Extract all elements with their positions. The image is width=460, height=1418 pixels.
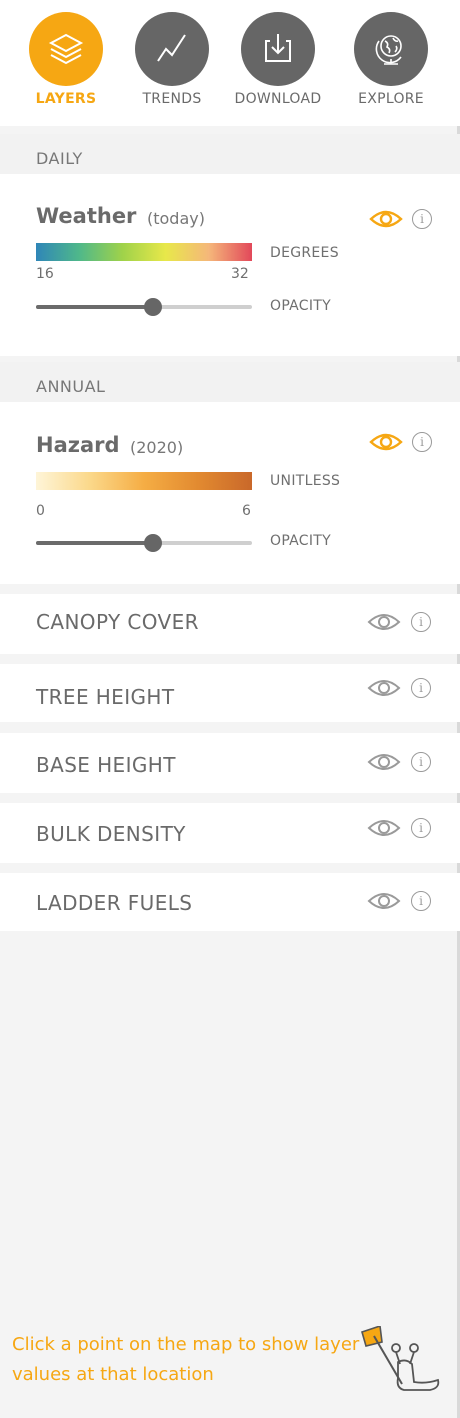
scale-min: 16	[36, 266, 54, 282]
section-title: DAILY	[36, 149, 83, 168]
tab-trends[interactable]: TRENDS	[117, 12, 227, 107]
scale-unit: DEGREES	[270, 245, 339, 261]
info-icon[interactable]: i	[411, 678, 431, 698]
opacity-slider[interactable]	[36, 534, 252, 552]
info-icon[interactable]: i	[412, 432, 432, 452]
layer-title: Hazard	[36, 433, 120, 457]
top-nav: LAYERS TRENDS DOWNLOAD EXPLORE	[0, 0, 460, 126]
eye-icon[interactable]	[367, 891, 401, 911]
tab-layers[interactable]: LAYERS	[11, 12, 121, 107]
layer-row-canopy-cover[interactable]: CANOPY COVER i	[0, 594, 460, 654]
tab-label: EXPLORE	[358, 91, 424, 107]
layer-row-ladder-fuels[interactable]: LADDER FUELS i	[0, 873, 460, 931]
trend-line-icon	[135, 12, 209, 86]
opacity-label: OPACITY	[270, 298, 332, 314]
eye-icon[interactable]	[367, 678, 401, 698]
slider-handle[interactable]	[143, 298, 162, 316]
eye-icon[interactable]	[367, 818, 401, 838]
map-click-hint: Click a point on the map to show layer v…	[12, 1334, 360, 1385]
layer-label: TREE HEIGHT	[36, 685, 175, 709]
layer-label: LADDER FUELS	[36, 891, 193, 915]
layers-icon	[29, 12, 103, 86]
hazard-color-scale	[36, 472, 252, 490]
globe-icon	[354, 12, 428, 86]
tab-label: TRENDS	[142, 91, 202, 107]
eye-icon[interactable]	[369, 209, 403, 229]
section-title: ANNUAL	[36, 377, 106, 396]
tab-explore[interactable]: EXPLORE	[336, 12, 446, 107]
slider-fill	[36, 541, 153, 545]
info-icon[interactable]: i	[411, 891, 431, 911]
scale-max: 32	[231, 266, 249, 282]
layer-label: BASE HEIGHT	[36, 753, 176, 777]
eye-icon[interactable]	[367, 752, 401, 772]
layer-label: BULK DENSITY	[36, 822, 186, 846]
layer-title: Weather	[36, 204, 137, 228]
eye-icon[interactable]	[367, 612, 401, 632]
layer-date: (2020)	[130, 438, 184, 457]
scale-min: 0	[36, 503, 45, 519]
opacity-label: OPACITY	[270, 533, 332, 549]
info-icon[interactable]: i	[411, 818, 431, 838]
flag-snail-icon	[361, 1326, 440, 1391]
info-icon[interactable]: i	[412, 209, 432, 229]
weather-layer-card: Weather (today) i DEGREES 16 32 OPACITY	[0, 174, 460, 356]
tab-label: LAYERS	[35, 91, 97, 107]
layer-label: CANOPY COVER	[36, 610, 199, 634]
tab-label: DOWNLOAD	[234, 91, 322, 107]
eye-icon[interactable]	[369, 432, 403, 452]
slider-fill	[36, 305, 153, 309]
weather-color-scale	[36, 243, 252, 261]
scale-max: 6	[242, 503, 251, 519]
info-icon[interactable]: i	[411, 752, 431, 772]
download-icon	[241, 12, 315, 86]
tab-download[interactable]: DOWNLOAD	[223, 12, 333, 107]
layer-date: (today)	[147, 209, 205, 228]
hazard-layer-card: Hazard (2020) i UNITLESS 0 6 OPACITY	[0, 402, 460, 584]
layer-row-base-height[interactable]: BASE HEIGHT i	[0, 733, 460, 793]
layer-row-tree-height[interactable]: TREE HEIGHT i	[0, 664, 460, 722]
scale-unit: UNITLESS	[270, 473, 341, 489]
opacity-slider[interactable]	[36, 298, 252, 316]
info-icon[interactable]: i	[411, 612, 431, 632]
layer-row-bulk-density[interactable]: BULK DENSITY i	[0, 803, 460, 863]
slider-handle[interactable]	[143, 534, 162, 552]
